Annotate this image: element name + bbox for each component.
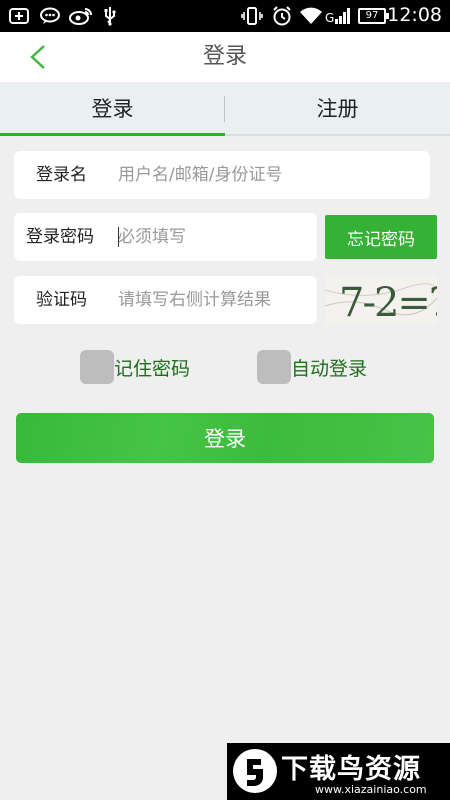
auto-login-option[interactable]: 自动登录: [257, 350, 367, 384]
plus-icon: [8, 6, 30, 26]
auto-login-checkbox[interactable]: [257, 350, 291, 384]
signal-icon: G: [324, 6, 354, 26]
svg-text:G: G: [325, 11, 334, 25]
tab-login[interactable]: 登录: [0, 82, 225, 136]
watermark-title: 下载鸟资源: [281, 754, 421, 785]
captcha-label: 验证码: [36, 290, 87, 310]
password-row: 登录密码: [14, 213, 317, 261]
clock: 12:08: [387, 4, 442, 26]
page-title: 登录: [202, 44, 247, 69]
captcha-image-text: 7-2=?: [339, 280, 437, 324]
captcha-row: 验证码: [14, 276, 317, 324]
watermark-url: www.xiazainiao.com: [315, 783, 427, 796]
title-bar: 登录: [0, 32, 450, 82]
weibo-icon: [68, 6, 94, 26]
remember-password-option[interactable]: 记住密码: [80, 350, 190, 384]
captcha-input[interactable]: [118, 276, 313, 324]
text-cursor: [118, 227, 119, 247]
username-label: 登录名: [36, 165, 87, 185]
auto-login-label: 自动登录: [291, 357, 368, 380]
username-row: 登录名: [14, 151, 430, 199]
password-input[interactable]: [118, 213, 308, 261]
remember-password-label: 记住密码: [114, 357, 191, 380]
battery-indicator: 97: [358, 8, 389, 24]
chat-icon: [38, 6, 62, 26]
watermark-banner: 下载鸟资源 www.xiazainiao.com: [227, 743, 450, 800]
active-tab-indicator: [0, 133, 225, 136]
bird-logo-icon: [233, 749, 277, 793]
captcha-image[interactable]: 7-2=?: [325, 276, 437, 324]
forgot-password-button[interactable]: 忘记密码: [325, 215, 437, 259]
back-arrow-icon[interactable]: [24, 42, 54, 72]
remember-password-checkbox[interactable]: [80, 350, 114, 384]
alarm-icon: [270, 6, 294, 26]
vibrate-icon: [240, 6, 264, 26]
status-bar: G 97 12:08: [0, 0, 450, 32]
tab-bar: 登录 注册: [0, 82, 450, 136]
password-label: 登录密码: [26, 227, 94, 247]
tab-register[interactable]: 注册: [225, 82, 450, 136]
wifi-icon: [298, 6, 324, 26]
login-button[interactable]: 登录: [16, 413, 434, 463]
usb-icon: [100, 6, 120, 26]
username-input[interactable]: [118, 151, 418, 199]
